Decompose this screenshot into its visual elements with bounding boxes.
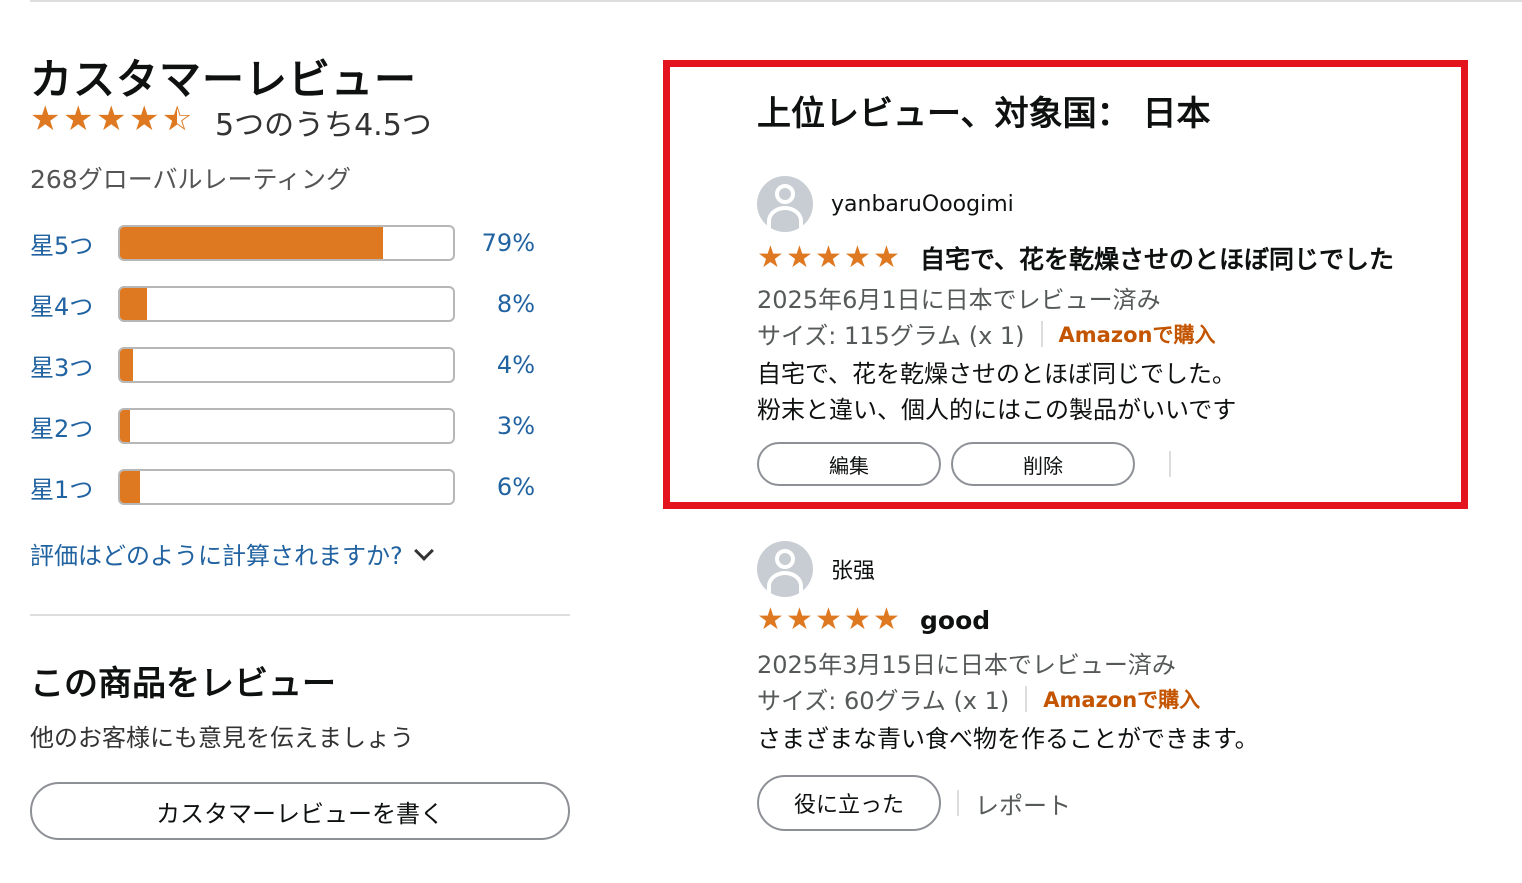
review-stars: ★ ★ ★ ★ ★: [757, 243, 902, 273]
overall-stars: ★ ★ ★ ★ ★: [30, 102, 195, 142]
review-headline[interactable]: good: [920, 606, 990, 635]
star-icon: ★: [757, 240, 784, 275]
histogram-label[interactable]: 星4つ: [30, 287, 118, 322]
histogram-row-3[interactable]: 星3つ 4%: [30, 345, 550, 385]
reviewer-name[interactable]: 张强: [831, 553, 875, 585]
review-body-line: 粉末と違い、個人的にはこの製品がいいです: [757, 396, 1237, 424]
review-title-row[interactable]: ★ ★ ★ ★ ★ 自宅で、花を乾燥させのとほぼ同じでした: [757, 240, 1394, 276]
review-body-line: 自宅で、花を乾燥させのとほぼ同じでした。: [757, 360, 1237, 388]
chevron-down-icon: [413, 540, 434, 561]
review-date: 2025年3月15日に日本でレビュー済み: [757, 651, 1176, 679]
star-icon: ★: [873, 240, 900, 275]
reviewer-profile[interactable]: 张强: [757, 541, 875, 597]
avatar: [757, 541, 813, 597]
avatar: [757, 176, 813, 232]
global-ratings-count: 268グローバルレーティング: [30, 165, 351, 194]
histogram-percent[interactable]: 3%: [455, 412, 535, 440]
star-icon: ★: [30, 99, 61, 139]
write-review-subtitle: 他のお客様にも意見を伝えましょう: [30, 724, 414, 752]
histogram-fill: [120, 227, 384, 259]
review-size[interactable]: サイズ: 60グラム (x 1): [757, 681, 1009, 716]
review-date: 2025年6月1日に日本でレビュー済み: [757, 286, 1161, 314]
reviewer-name[interactable]: yanbaruOoogimi: [831, 192, 1014, 217]
helpful-button[interactable]: 役に立った: [757, 775, 941, 831]
histogram-percent[interactable]: 4%: [455, 351, 535, 379]
histogram-bar[interactable]: [118, 469, 455, 505]
histogram-bar[interactable]: [118, 347, 455, 383]
separator: [1040, 320, 1043, 347]
star-icon: ★: [844, 602, 871, 637]
delete-button[interactable]: 削除: [951, 442, 1135, 486]
star-icon: ★: [786, 602, 813, 637]
histogram-bar[interactable]: [118, 225, 455, 261]
star-icon: ★: [757, 602, 784, 637]
verified-purchase-badge: Amazonで購入: [1043, 687, 1201, 712]
reviewer-profile[interactable]: yanbaruOoogimi: [757, 176, 1014, 232]
histogram-bar[interactable]: [118, 408, 455, 444]
report-link[interactable]: レポート: [975, 786, 1071, 821]
histogram-fill: [120, 288, 147, 320]
verified-purchase-badge: Amazonで購入: [1058, 322, 1216, 347]
star-icon: ★: [844, 240, 871, 275]
separator: [957, 790, 959, 816]
review-actions: 役に立った レポート: [757, 775, 1071, 831]
how-calculated-link[interactable]: 評価はどのように計算されますか?: [30, 536, 434, 571]
star-icon: ★: [786, 240, 813, 275]
review-format-row: サイズ: 60グラム (x 1) Amazonで購入: [757, 681, 1200, 716]
review-actions: 編集 削除: [757, 442, 1187, 486]
histogram-label[interactable]: 星3つ: [30, 348, 118, 383]
separator: [1025, 685, 1028, 712]
write-review-title: この商品をレビュー: [30, 664, 336, 704]
top-reviews-title: 上位レビュー、対象国： 日本: [757, 94, 1211, 134]
rating-text: 5つのうち4.5つ: [215, 108, 432, 143]
histogram-row-1[interactable]: 星1つ 6%: [30, 467, 550, 507]
review-format-row: サイズ: 115グラム (x 1) Amazonで購入: [757, 316, 1215, 351]
star-icon: ★: [129, 99, 160, 139]
rating-summary: カスタマーレビュー ★ ★ ★ ★ ★ 5つのうち4.5つ 268グローバルレー…: [30, 0, 575, 883]
histogram-label[interactable]: 星5つ: [30, 226, 118, 261]
histogram-fill: [120, 471, 140, 503]
how-calculated-label: 評価はどのように計算されますか?: [30, 542, 403, 570]
histogram-label[interactable]: 星1つ: [30, 470, 118, 505]
star-icon: ★: [63, 99, 94, 139]
customer-reviews-title: カスタマーレビュー: [30, 55, 418, 104]
star-icon: ★: [873, 602, 900, 637]
review-body: さまざまな青い食べ物を作ることができます。: [757, 721, 1259, 757]
histogram-bar[interactable]: [118, 286, 455, 322]
review-headline[interactable]: 自宅で、花を乾燥させのとほぼ同じでした: [920, 240, 1394, 276]
half-star-icon: ★: [162, 102, 195, 142]
histogram-percent[interactable]: 6%: [455, 473, 535, 501]
write-review-button[interactable]: カスタマーレビューを書く: [30, 782, 570, 840]
star-icon: ★: [96, 99, 127, 139]
edit-button[interactable]: 編集: [757, 442, 941, 486]
histogram-fill: [120, 410, 130, 442]
overall-rating[interactable]: ★ ★ ★ ★ ★ 5つのうち4.5つ: [30, 102, 432, 143]
section-divider: [30, 614, 570, 616]
star-icon: ★: [815, 602, 842, 637]
histogram-label[interactable]: 星2つ: [30, 409, 118, 444]
histogram-percent[interactable]: 79%: [455, 229, 535, 257]
histogram-percent[interactable]: 8%: [455, 290, 535, 318]
separator: [1169, 451, 1171, 477]
review-title-row[interactable]: ★ ★ ★ ★ ★ good: [757, 605, 990, 635]
review-size[interactable]: サイズ: 115グラム (x 1): [757, 316, 1025, 351]
review-stars: ★ ★ ★ ★ ★: [757, 605, 902, 635]
histogram-row-4[interactable]: 星4つ 8%: [30, 284, 550, 324]
histogram-row-2[interactable]: 星2つ 3%: [30, 406, 550, 446]
star-icon: ★: [815, 240, 842, 275]
histogram-row-5[interactable]: 星5つ 79%: [30, 223, 550, 263]
review-body: 自宅で、花を乾燥させのとほぼ同じでした。 粉末と違い、個人的にはこの製品がいいで…: [757, 356, 1236, 428]
histogram-fill: [120, 349, 134, 381]
review-body-line: さまざまな青い食べ物を作ることができます。: [757, 725, 1259, 753]
